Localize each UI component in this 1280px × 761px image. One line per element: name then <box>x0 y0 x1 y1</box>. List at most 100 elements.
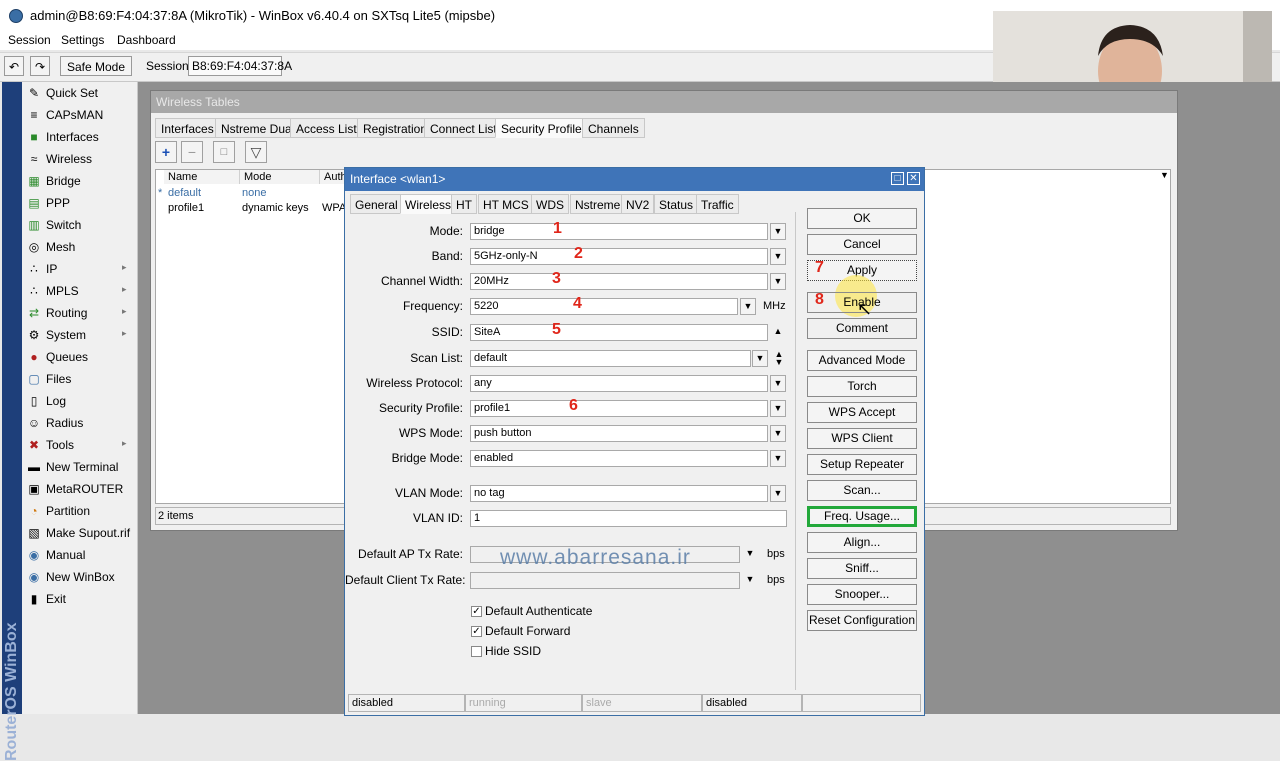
dropdown-arrow-icon[interactable]: ▼ <box>742 546 758 563</box>
menu-settings[interactable]: Settings <box>61 33 104 47</box>
sidebar-item-exit[interactable]: ▮ Exit <box>22 588 137 610</box>
tab-traffic[interactable]: Traffic <box>696 194 739 214</box>
tab-ht-mcs[interactable]: HT MCS <box>478 194 534 214</box>
tab-status[interactable]: Status <box>654 194 699 214</box>
dropdown-arrow-icon[interactable]: ▼ <box>752 350 768 367</box>
sidebar-item-manual[interactable]: ◉ Manual <box>22 544 137 566</box>
dropdown-arrow-icon[interactable]: ▼ <box>770 375 786 392</box>
tab-channels[interactable]: Channels <box>582 118 645 138</box>
wireless-protocol-select[interactable]: any <box>470 375 768 392</box>
tab-interfaces[interactable]: Interfaces <box>155 118 220 138</box>
reset-configuration-button[interactable]: Reset Configuration <box>807 610 917 631</box>
sidebar-item-mpls[interactable]: ∴ MPLS ▸ <box>22 280 137 302</box>
sidebar-item-metarouter[interactable]: ▣ MetaROUTER <box>22 478 137 500</box>
tab-ht[interactable]: HT <box>451 194 477 214</box>
sidebar-item-system[interactable]: ⚙ System ▸ <box>22 324 137 346</box>
bridge-mode-select[interactable]: enabled <box>470 450 768 467</box>
default-authenticate-checkbox[interactable]: ✓ <box>471 606 482 617</box>
tab-general[interactable]: General <box>350 194 403 214</box>
tab-wds[interactable]: WDS <box>531 194 569 214</box>
tab-nstreme-dual[interactable]: Nstreme Dual <box>215 118 301 138</box>
menu-session[interactable]: Session <box>8 33 51 47</box>
sidebar-item-tools[interactable]: ✖ Tools ▸ <box>22 434 137 456</box>
tab-nstreme[interactable]: Nstreme <box>570 194 626 214</box>
sidebar-item-files[interactable]: ▢ Files <box>22 368 137 390</box>
sidebar-item-interfaces[interactable]: ■ Interfaces <box>22 126 137 148</box>
column-header-name[interactable]: Name <box>164 170 240 184</box>
tab-security-profiles[interactable]: Security Profiles <box>495 118 594 138</box>
add-remove-arrows-icon[interactable]: ▲ ▼ <box>771 350 787 367</box>
sidebar-item-mesh[interactable]: ◎ Mesh <box>22 236 137 258</box>
wps-client-button[interactable]: WPS Client <box>807 428 917 449</box>
sidebar-item-switch[interactable]: ▥ Switch <box>22 214 137 236</box>
hide-ssid-checkbox[interactable] <box>471 646 482 657</box>
sniff-button[interactable]: Sniff... <box>807 558 917 579</box>
dropdown-arrow-icon[interactable]: ▼ <box>770 223 786 240</box>
undo-icon[interactable]: ↶ <box>4 56 24 76</box>
tab-access-list[interactable]: Access List <box>290 118 363 138</box>
sidebar-item-new-winbox[interactable]: ◉ New WinBox <box>22 566 137 588</box>
wps-accept-button[interactable]: WPS Accept <box>807 402 917 423</box>
scan-list-select[interactable]: default <box>470 350 751 367</box>
tab-connect-list[interactable]: Connect List <box>424 118 503 138</box>
sidebar-item-routing[interactable]: ⇄ Routing ▸ <box>22 302 137 324</box>
dropdown-arrow-icon[interactable]: ▼ <box>740 298 756 315</box>
add-icon[interactable]: + <box>155 141 177 163</box>
redo-icon[interactable]: ↷ <box>30 56 50 76</box>
session-field[interactable]: B8:69:F4:04:37:8A <box>188 56 292 76</box>
dropdown-arrow-icon[interactable]: ▼ <box>770 273 786 290</box>
tab-registration[interactable]: Registration <box>357 118 434 138</box>
default-client-tx-rate-input[interactable] <box>470 572 740 589</box>
vlan-id-input[interactable]: 1 <box>470 510 787 527</box>
default-forward-checkbox[interactable]: ✓ <box>471 626 482 637</box>
menu-dashboard[interactable]: Dashboard <box>117 33 176 47</box>
comment-button[interactable]: Comment <box>807 318 917 339</box>
ssid-input[interactable]: SiteA <box>470 324 768 341</box>
sidebar-item-capsman[interactable]: ≡ CAPsMAN <box>22 104 137 126</box>
filter-icon[interactable]: ▽ <box>245 141 267 163</box>
tab-nv2[interactable]: NV2 <box>621 194 655 214</box>
copy-icon[interactable]: □ <box>213 141 235 163</box>
collapse-arrow-icon[interactable]: ▲ <box>770 324 786 341</box>
restore-icon[interactable]: □ <box>891 172 904 185</box>
scan-button[interactable]: Scan... <box>807 480 917 501</box>
sidebar-item-new-terminal[interactable]: ▬ New Terminal <box>22 456 137 478</box>
align-button[interactable]: Align... <box>807 532 917 553</box>
freq-usage-button[interactable]: Freq. Usage... <box>807 506 917 527</box>
channel-width-select[interactable]: 20MHz <box>470 273 768 290</box>
dropdown-arrow-icon[interactable]: ▼ <box>770 485 786 502</box>
ok-button[interactable]: OK <box>807 208 917 229</box>
cancel-button[interactable]: Cancel <box>807 234 917 255</box>
wps-mode-select[interactable]: push button <box>470 425 768 442</box>
close-icon[interactable]: ✕ <box>907 172 920 185</box>
mode-select[interactable]: bridge <box>470 223 768 240</box>
sidebar-item-quick-set[interactable]: ✎ Quick Set <box>22 82 137 104</box>
sidebar-item-bridge[interactable]: ▦ Bridge <box>22 170 137 192</box>
dropdown-arrow-icon[interactable]: ▼ <box>770 248 786 265</box>
dropdown-arrow-icon[interactable]: ▼ <box>770 425 786 442</box>
advanced-mode-button[interactable]: Advanced Mode <box>807 350 917 371</box>
column-header-mode[interactable]: Mode <box>240 170 320 184</box>
sidebar-item-radius[interactable]: ☺ Radius <box>22 412 137 434</box>
frequency-select[interactable]: 5220 <box>470 298 738 315</box>
dropdown-arrow-icon[interactable]: ▼ <box>742 572 758 589</box>
sidebar-item-wireless[interactable]: ≈ Wireless <box>22 148 137 170</box>
sidebar-item-ip[interactable]: ∴ IP ▸ <box>22 258 137 280</box>
remove-icon[interactable]: − <box>181 141 203 163</box>
sidebar-item-ppp[interactable]: ▤ PPP <box>22 192 137 214</box>
setup-repeater-button[interactable]: Setup Repeater <box>807 454 917 475</box>
sidebar-item-partition[interactable]: ◔ Partition <box>22 500 137 522</box>
dropdown-arrow-icon[interactable]: ▼ <box>770 400 786 417</box>
dropdown-arrow-icon[interactable]: ▼ <box>770 450 786 467</box>
column-chooser-icon[interactable]: ▼ <box>1160 170 1169 180</box>
sidebar-item-log[interactable]: ▯ Log <box>22 390 137 412</box>
band-select[interactable]: 5GHz-only-N <box>470 248 768 265</box>
snooper-button[interactable]: Snooper... <box>807 584 917 605</box>
torch-button[interactable]: Torch <box>807 376 917 397</box>
safe-mode-button[interactable]: Safe Mode <box>60 56 132 76</box>
sidebar-item-queues[interactable]: ● Queues <box>22 346 137 368</box>
sidebar-item-make-supout[interactable]: ▧ Make Supout.rif <box>22 522 137 544</box>
tab-wireless[interactable]: Wireless <box>400 194 457 214</box>
security-profile-select[interactable]: profile1 <box>470 400 768 417</box>
vlan-mode-select[interactable]: no tag <box>470 485 768 502</box>
